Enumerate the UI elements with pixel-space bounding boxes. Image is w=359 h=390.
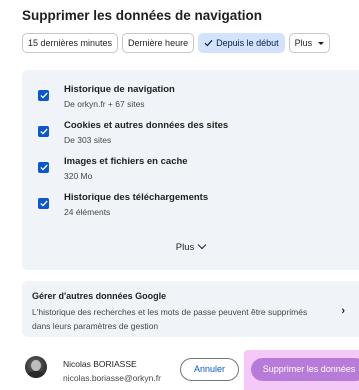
chevron-right-icon: › (341, 305, 345, 317)
data-type-title: Cookies et autres données des sites (64, 120, 229, 131)
dialog-title: Supprimer les données de navigation (22, 8, 263, 23)
avatar (25, 356, 47, 378)
checkbox-checked-icon[interactable] (38, 198, 49, 209)
delete-data-button[interactable]: Supprimer les données (251, 358, 359, 381)
account-name: Nicolas BORIASSE (63, 359, 137, 369)
data-type-title: Images et fichiers en cache (64, 156, 188, 167)
chip-label: Plus (294, 38, 313, 48)
more-label: Plus (175, 242, 195, 253)
chip-last-15-minutes[interactable]: 15 dernières minutes (22, 33, 119, 53)
highlight-overlay: Supprimer les données (244, 350, 359, 390)
chevron-down-icon (197, 240, 207, 250)
checkbox-checked-icon[interactable] (38, 90, 49, 101)
chip-label: Dernière heure (128, 38, 189, 48)
data-type-detail: 320 Mo (64, 171, 93, 181)
checkmark-icon (204, 39, 213, 47)
time-range-chips: 15 dernières minutes Dernière heure Depu… (22, 33, 331, 53)
chip-more-ranges[interactable]: Plus (288, 33, 331, 53)
data-type-detail: 24 éléments (64, 207, 111, 217)
dropdown-arrow-icon (318, 41, 325, 45)
cancel-button[interactable]: Annuler (180, 358, 239, 381)
checkbox-checked-icon[interactable] (38, 162, 49, 173)
account-email: nicolas.boriasse@orkyn.fr (63, 373, 161, 383)
checkbox-checked-icon[interactable] (38, 126, 49, 137)
data-type-detail: De orkyn.fr + 67 sites (64, 99, 145, 109)
chip-label: 15 dernières minutes (28, 38, 113, 48)
data-types-panel: Historique de navigation De orkyn.fr + 6… (22, 70, 359, 270)
manage-google-data-row[interactable]: Gérer d'autres données Google L'historiq… (22, 281, 359, 337)
chip-last-hour[interactable]: Dernière heure (122, 33, 195, 53)
google-data-title: Gérer d'autres données Google (32, 291, 167, 301)
more-options-button[interactable]: Plus (22, 240, 359, 253)
chip-label: Depuis le début (216, 38, 279, 48)
google-data-description: L'historique des recherches et les mots … (32, 307, 308, 331)
data-type-detail: De 303 sites (64, 135, 112, 145)
data-type-title: Historique de navigation (64, 84, 175, 95)
data-type-title: Historique des téléchargements (64, 192, 209, 203)
chip-all-time[interactable]: Depuis le début (198, 33, 285, 53)
